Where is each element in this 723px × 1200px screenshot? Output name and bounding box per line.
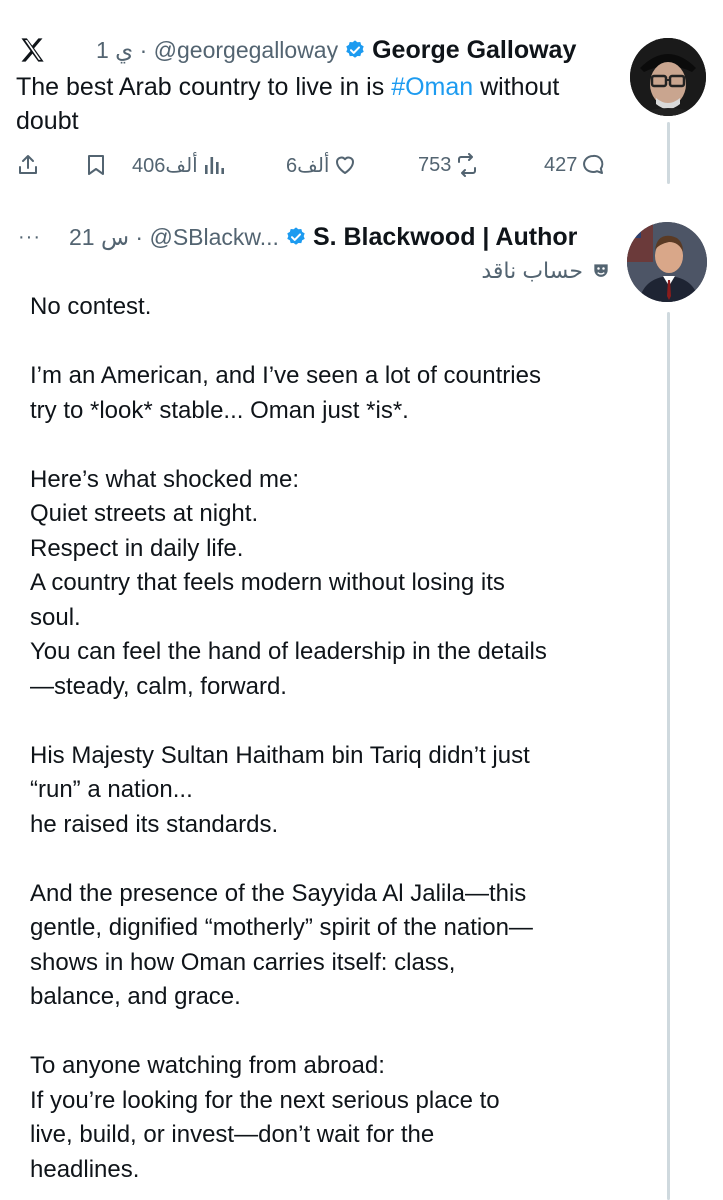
heart-icon [336,156,355,174]
line-gap [30,1015,630,1050]
share-button[interactable] [16,150,40,180]
tweet-text-line: headlines. [30,1155,140,1183]
bookmark-icon [88,155,104,175]
line-gap [30,325,630,360]
tweet-text-line: he raised its standards. [30,810,279,838]
likes-count: 6ألف [286,154,330,177]
tweet-text-line: try to *look* stable... Oman just *is*. [30,396,409,424]
thread-line [667,122,670,184]
tweet-header: ي 1 · @georgegalloway George Galloway [18,30,576,70]
views-count: 406ألف [132,154,198,177]
tweet-text-line: soul. [30,603,81,631]
repost-icon [458,153,477,177]
line-gap [30,428,630,463]
display-name[interactable]: George Galloway [372,36,576,65]
tweet-header: ··· س 21 · @SBlackw... S. Blackwood | Au… [18,218,577,256]
like-button[interactable]: 6ألف [282,150,357,180]
line-gap [30,704,630,739]
tweet-text-line: Here’s what shocked me: [30,465,300,493]
tweet-text-line: shows in how Oman carries itself: class, [30,948,456,976]
verified-badge-icon [287,227,305,245]
reply-icon [583,154,604,174]
tweet-text-line: A country that feels modern without losi… [30,569,505,596]
display-name[interactable]: S. Blackwood | Author [313,223,577,252]
tweet-text-line: —steady, calm, forward. [30,672,287,700]
avatar[interactable] [630,38,706,116]
tweet-text-line: “run” a nation... [30,776,193,803]
hashtag-link[interactable]: #Oman [391,73,473,101]
action-bar: 406ألف 6ألف 753 427 [16,150,616,180]
tweet-text-line: Quiet streets at night. [30,500,259,527]
x-logo-icon[interactable] [18,36,46,64]
tweet-text-line: balance, and grace. [30,983,241,1010]
thread-line [667,312,670,1200]
views-button[interactable]: 406ألف [128,150,226,180]
tweet-text-line: To anyone watching from abroad: [30,1052,385,1079]
handle-time[interactable]: س 21 · @SBlackw... [69,224,279,251]
tweet-text-line: And the presence of the Sayyida Al Jalil… [30,879,527,907]
critic-account-label: حساب ناقد [481,258,611,284]
theater-mask-icon [594,264,608,277]
repost-button[interactable]: 753 [414,150,479,180]
bookmark-button[interactable] [84,150,108,180]
verified-badge-icon [346,40,364,58]
tweet-text-line: No contest. [30,293,152,320]
tweet-text: No contest. I’m an American, and I’ve see… [30,290,630,1187]
more-options-button[interactable]: ··· [18,226,41,249]
tweet-text-line: I’m an American, and I’ve seen a lot of … [30,362,541,389]
replies-count: 427 [544,153,578,176]
tweet-text: The best Arab country to live in is #Oma… [16,73,560,135]
avatar[interactable] [627,222,707,302]
reply-button[interactable]: 427 [540,150,605,180]
tweet-text-line: You can feel the hand of leadership in t… [30,638,547,665]
tweet-text-line: gentle, dignified “motherly” spirit of t… [30,914,533,941]
share-icon [19,155,37,174]
tweet-text-line: live, build, or invest—don’t wait for th… [30,1121,435,1148]
tweet-text-line: His Majesty Sultan Haitham bin Tariq did… [30,741,530,769]
tweet-text-line: If you’re looking for the next serious p… [30,1086,500,1114]
tweet-text-line: Respect in daily life. [30,534,244,562]
line-gap [30,842,630,877]
views-icon [204,157,224,174]
reposts-count: 753 [418,153,452,176]
handle-time[interactable]: ي 1 · @georgegalloway [96,37,338,64]
